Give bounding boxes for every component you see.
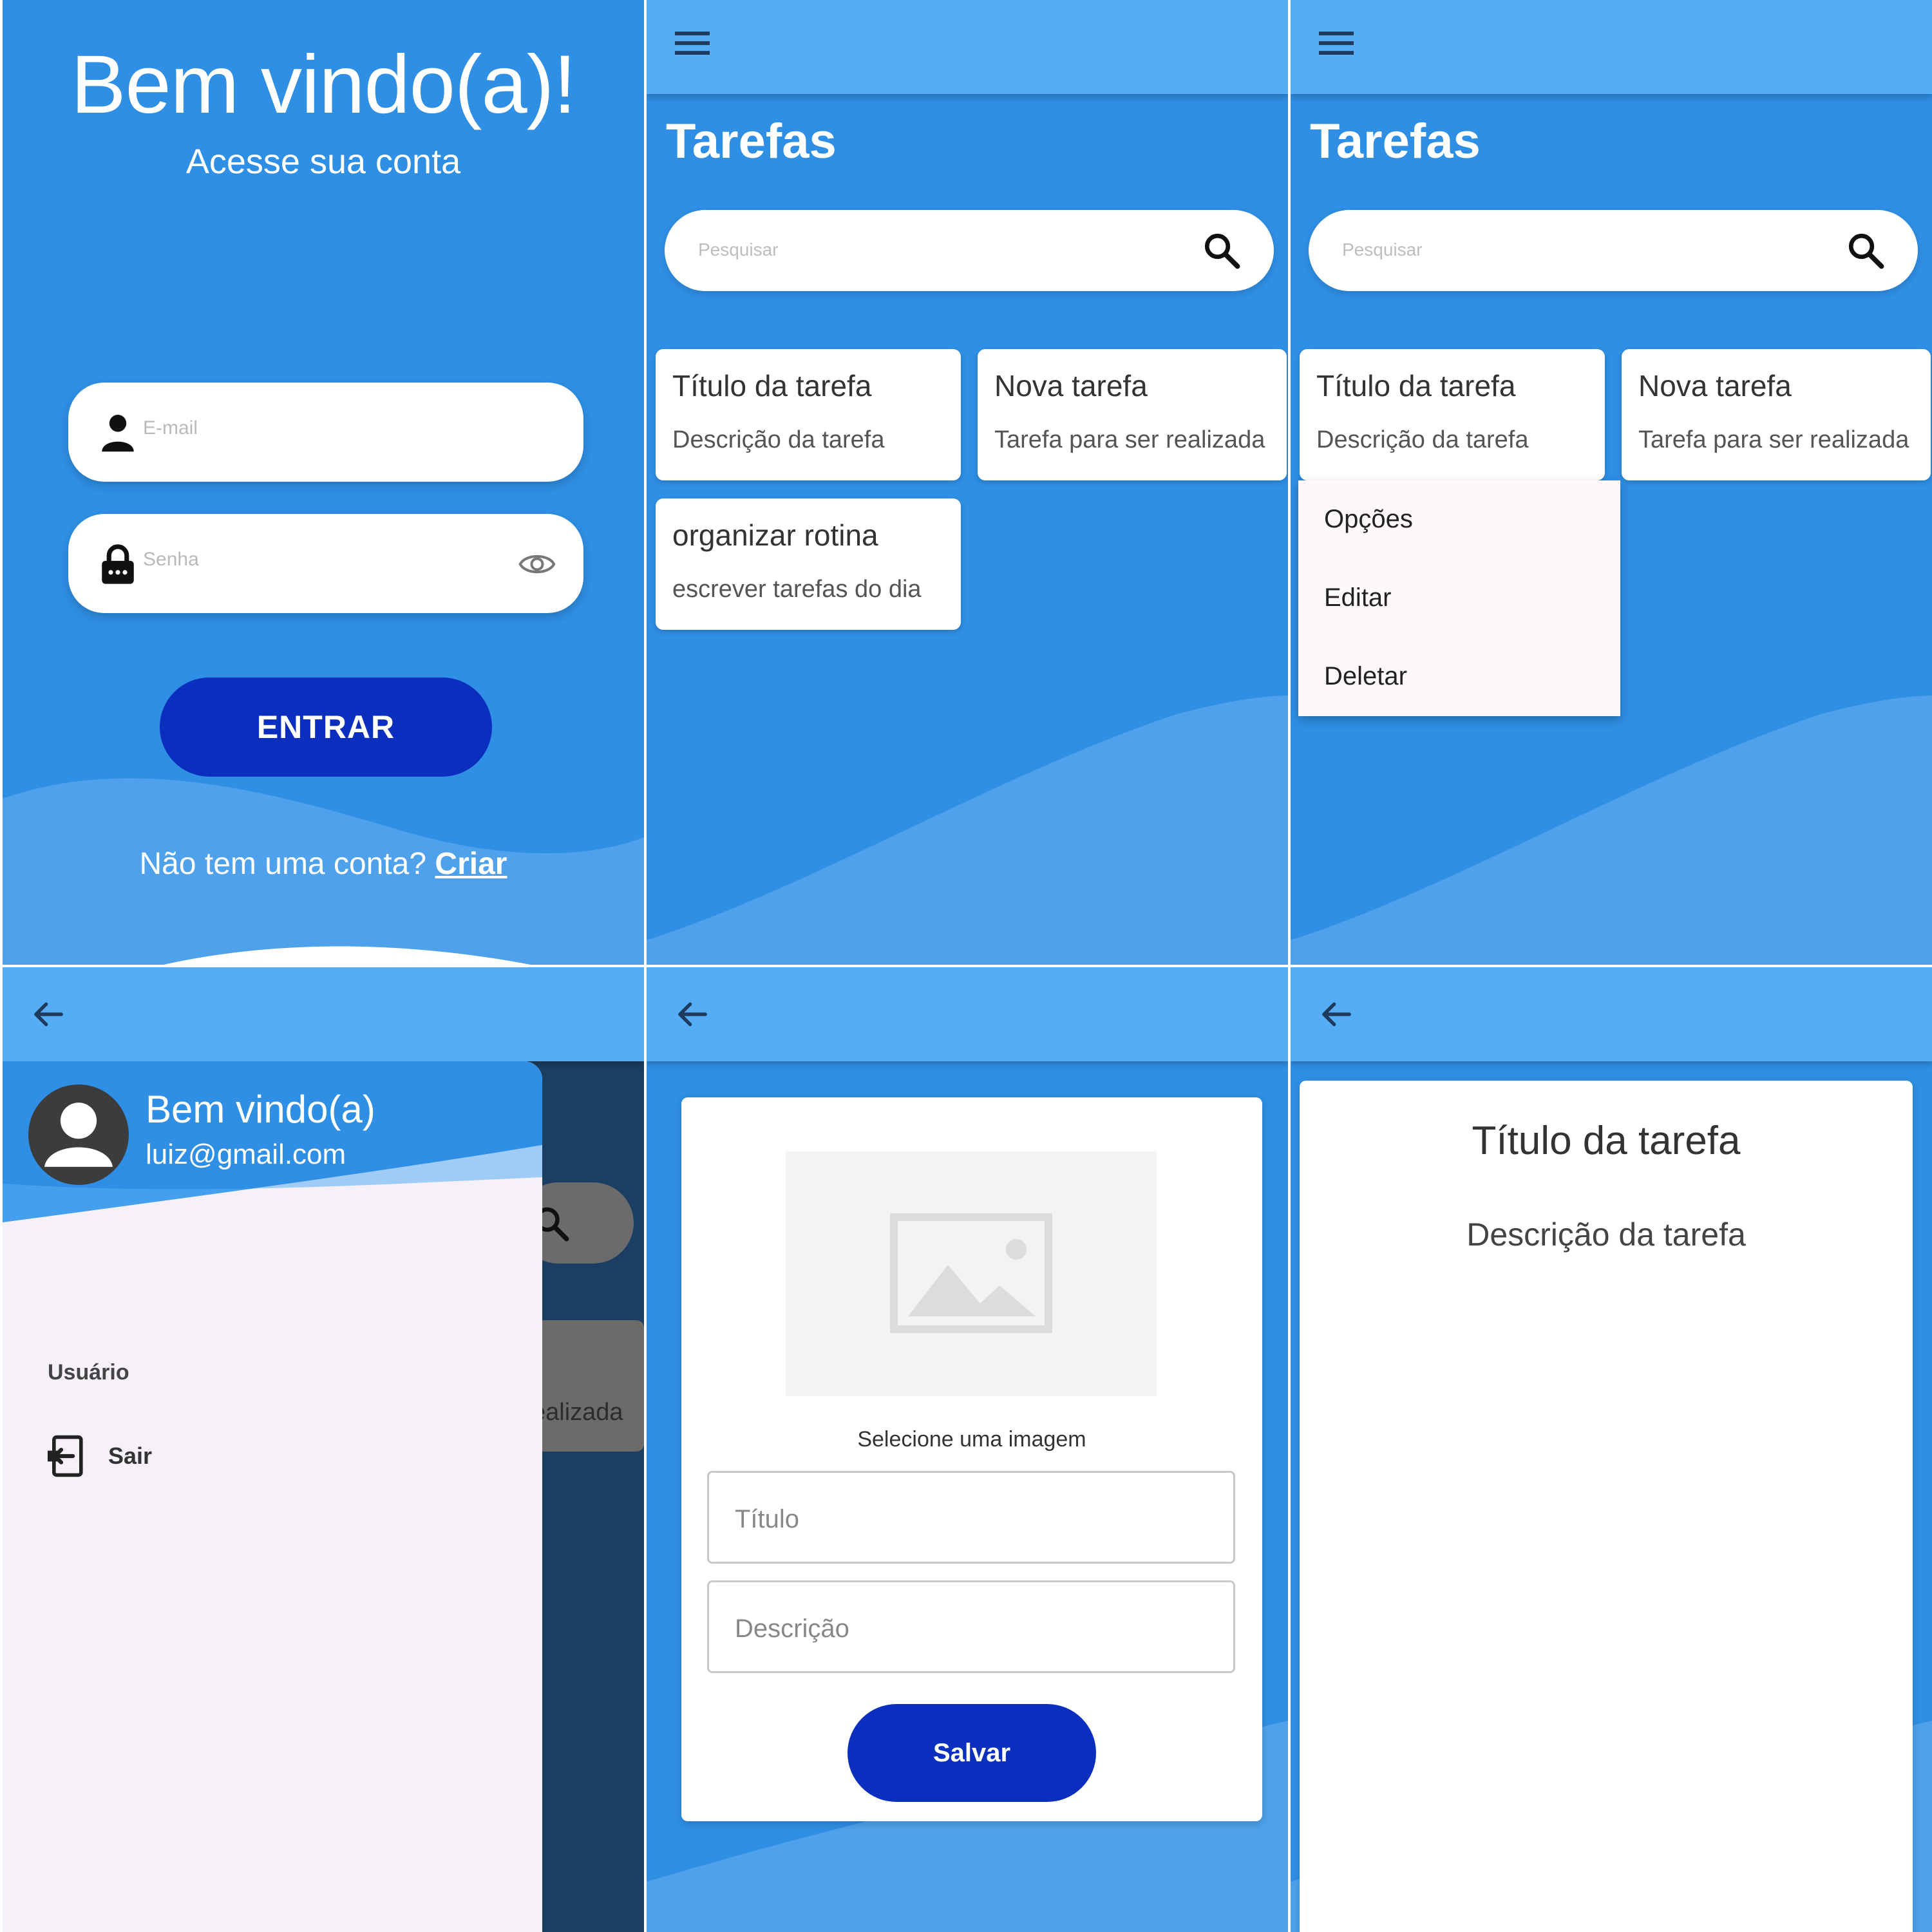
task-description: Tarefa para ser realizada	[994, 426, 1265, 453]
menu-item-edit[interactable]: Editar	[1324, 583, 1392, 612]
detail-description: Descrição da tarefa	[1466, 1217, 1746, 1253]
task-title: Nova tarefa	[1638, 369, 1792, 402]
task-description: Descrição da tarefa	[1316, 426, 1529, 453]
email-placeholder: E-mail	[143, 417, 198, 439]
task-form-card: Selecione uma imagem Título Descrição Sa…	[681, 1097, 1262, 1821]
task-detail-card: Título da tarefa Descrição da tarefa	[1300, 1081, 1913, 1932]
title-field[interactable]: Título	[707, 1471, 1235, 1564]
task-title: Nova tarefa	[994, 369, 1148, 402]
task-form-screen: Selecione uma imagem Título Descrição Sa…	[647, 967, 1288, 1932]
person-icon	[102, 415, 134, 452]
task-description: Descrição da tarefa	[672, 426, 885, 453]
search-icon[interactable]	[1202, 231, 1242, 270]
task-card[interactable]: Título da tarefa Descrição da tarefa	[656, 349, 961, 480]
search-bar[interactable]: Pesquisar	[665, 210, 1274, 291]
drawer-greeting: Bem vindo(a)	[146, 1088, 375, 1131]
app-bar	[647, 967, 1288, 1061]
task-card[interactable]: Título da tarefa Descrição da tarefa	[1300, 349, 1605, 480]
app-bar	[1291, 967, 1932, 1061]
signup-link[interactable]: Criar	[435, 847, 507, 881]
welcome-title: Bem vindo(a)!	[71, 39, 576, 131]
signup-row: Não tem uma conta? Criar	[3, 846, 644, 882]
image-picker[interactable]	[786, 1151, 1157, 1396]
signup-prompt: Não tem uma conta?	[139, 847, 427, 881]
drawer-section-label: Usuário	[48, 1360, 129, 1385]
lock-icon	[102, 544, 134, 584]
task-title: Título da tarefa	[672, 369, 872, 402]
login-screen: Bem vindo(a)! Acesse sua conta E-mail Se…	[3, 0, 644, 965]
app-bar	[1291, 0, 1932, 94]
menu-item-delete[interactable]: Deletar	[1324, 662, 1407, 691]
drawer-email: luiz@gmail.com	[146, 1139, 346, 1170]
task-description: escrever tarefas do dia	[672, 576, 922, 603]
back-arrow-icon[interactable]	[1319, 997, 1354, 1032]
email-field[interactable]: E-mail	[68, 383, 583, 482]
back-arrow-icon[interactable]	[675, 997, 710, 1032]
logout-label: Sair	[108, 1443, 153, 1469]
dimmed-task-card: ealizada	[531, 1320, 644, 1452]
task-title: organizar rotina	[672, 518, 878, 552]
task-card[interactable]: organizar rotina escrever tarefas do dia	[656, 498, 961, 630]
image-placeholder-icon	[890, 1213, 1052, 1333]
task-card[interactable]: Nova tarefa Tarefa para ser realizada	[1622, 349, 1931, 480]
dimmed-card-text: ealizada	[532, 1399, 623, 1426]
password-placeholder: Senha	[143, 549, 199, 570]
task-detail-screen: Título da tarefa Descrição da tarefa	[1291, 967, 1932, 1932]
context-menu: Opções Editar Deletar	[1298, 480, 1620, 716]
menu-icon[interactable]	[675, 28, 710, 58]
title-placeholder: Título	[735, 1505, 800, 1533]
login-button[interactable]: ENTRAR	[160, 677, 492, 777]
description-field[interactable]: Descrição	[707, 1580, 1235, 1673]
back-arrow-icon[interactable]	[31, 997, 66, 1032]
avatar-icon	[28, 1084, 129, 1185]
menu-item-options[interactable]: Opções	[1324, 505, 1413, 534]
save-button[interactable]: Salvar	[848, 1704, 1096, 1802]
page-title: Tarefas	[666, 114, 837, 169]
task-description: Tarefa para ser realizada	[1638, 426, 1909, 453]
image-picker-label: Selecione uma imagem	[857, 1427, 1086, 1452]
navigation-drawer: Bem vindo(a) luiz@gmail.com Usuário Sair	[3, 1061, 542, 1932]
app-bar	[3, 967, 644, 1061]
description-placeholder: Descrição	[735, 1615, 849, 1643]
menu-icon[interactable]	[1319, 28, 1354, 58]
search-bar[interactable]: Pesquisar	[1309, 210, 1918, 291]
search-placeholder: Pesquisar	[1342, 240, 1423, 260]
logout-icon	[48, 1435, 83, 1477]
welcome-subtitle: Acesse sua conta	[185, 142, 461, 181]
task-title: Título da tarefa	[1316, 369, 1516, 402]
page-title: Tarefas	[1310, 114, 1481, 169]
drawer-screen: ealizada Bem vindo(a) luiz@gmail.com Usu…	[3, 967, 644, 1932]
app-bar	[647, 0, 1288, 94]
tasks-menu-screen: Tarefas Pesquisar Título da tarefa Descr…	[1291, 0, 1932, 965]
password-field[interactable]: Senha	[68, 514, 583, 613]
search-icon[interactable]	[1846, 231, 1886, 270]
search-placeholder: Pesquisar	[698, 240, 779, 260]
detail-title: Título da tarefa	[1472, 1119, 1741, 1163]
tasks-screen: Tarefas Pesquisar Título da tarefa Descr…	[647, 0, 1288, 965]
eye-icon[interactable]	[518, 545, 556, 583]
task-card[interactable]: Nova tarefa Tarefa para ser realizada	[978, 349, 1287, 480]
